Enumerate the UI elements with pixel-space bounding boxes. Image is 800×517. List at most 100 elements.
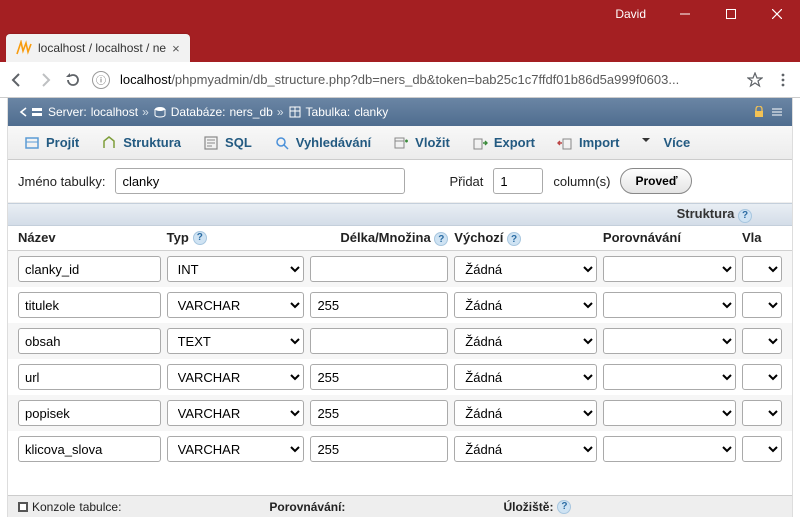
column-attributes-select[interactable]: [742, 364, 782, 390]
tab-browse[interactable]: Projít: [14, 131, 89, 155]
breadcrumb-db-value: ners_db: [229, 105, 272, 119]
column-collation-select[interactable]: [603, 328, 736, 354]
browser-tab-title: localhost / localhost / ne: [38, 41, 166, 55]
nav-forward-button[interactable]: [36, 71, 54, 89]
minimize-icon: [680, 9, 690, 19]
export-icon: [472, 135, 488, 151]
column-type-select[interactable]: TEXT: [167, 328, 305, 354]
column-collation-select[interactable]: [603, 364, 736, 390]
column-collation-select[interactable]: [603, 256, 736, 282]
column-name-input[interactable]: [18, 364, 161, 390]
site-info-icon[interactable]: ⓘ: [92, 71, 110, 89]
column-type-select[interactable]: INT: [167, 256, 305, 282]
tab-import[interactable]: Import: [547, 131, 629, 155]
console-toggle[interactable]: Konzole: [18, 500, 75, 514]
column-default-select[interactable]: Žádná: [454, 400, 597, 426]
column-type-select[interactable]: VARCHAR: [167, 364, 305, 390]
structure-icon: [101, 135, 117, 151]
window-minimize-button[interactable]: [662, 0, 708, 28]
search-icon: [274, 135, 290, 151]
column-attributes-select[interactable]: [742, 400, 782, 426]
column-default-select[interactable]: Žádná: [454, 256, 597, 282]
column-name-input[interactable]: [18, 400, 161, 426]
columns-suffix-label: column(s): [553, 174, 610, 189]
footer-table-text: tabulce:: [79, 500, 121, 514]
col-header-length: Délka/Množina: [340, 230, 430, 245]
help-icon[interactable]: ?: [738, 209, 752, 223]
tab-structure[interactable]: Struktura: [91, 131, 191, 155]
column-name-input[interactable]: [18, 436, 161, 462]
browse-icon: [24, 135, 40, 151]
window-maximize-button[interactable]: [708, 0, 754, 28]
tab-export[interactable]: Export: [462, 131, 545, 155]
column-collation-select[interactable]: [603, 292, 736, 318]
lock-icon[interactable]: [752, 105, 766, 119]
grid-header: Název Typ ? Délka/Množina ? Výchozí ? Po…: [8, 226, 792, 252]
page-viewport: Server: localhost » Databáze: ners_db » …: [0, 98, 800, 517]
reload-icon: [65, 72, 81, 88]
column-attributes-select[interactable]: [742, 292, 782, 318]
col-header-default: Výchozí: [454, 230, 503, 245]
column-type-select[interactable]: VARCHAR: [167, 436, 305, 462]
column-collation-select[interactable]: [603, 400, 736, 426]
nav-toggle-icon[interactable]: [16, 105, 30, 119]
browser-tab[interactable]: localhost / localhost / ne ×: [6, 34, 190, 62]
tab-search[interactable]: Vyhledávání: [264, 131, 381, 155]
col-header-name: Název: [18, 230, 161, 245]
column-name-input[interactable]: [18, 292, 161, 318]
server-icon: [30, 105, 44, 119]
column-name-input[interactable]: [18, 256, 161, 282]
column-default-select[interactable]: Žádná: [454, 436, 597, 462]
help-icon[interactable]: ?: [434, 232, 448, 246]
breadcrumb-table[interactable]: Tabulka: clanky: [288, 105, 389, 119]
grid-body: INT Žádná VARCHAR Žádná TEXT Žádná VARCHAR Žádn…: [8, 251, 792, 467]
col-header-collation: Porovnávání: [603, 230, 736, 245]
table-row: VARCHAR Žádná: [8, 359, 792, 395]
tab-insert[interactable]: Vložit: [383, 131, 460, 155]
breadcrumb: Server: localhost » Databáze: ners_db » …: [8, 98, 792, 126]
import-icon: [557, 135, 573, 151]
column-length-input[interactable]: [310, 364, 448, 390]
column-collation-select[interactable]: [603, 436, 736, 462]
column-default-select[interactable]: Žádná: [454, 328, 597, 354]
column-length-input[interactable]: [310, 436, 448, 462]
column-length-input[interactable]: [310, 328, 448, 354]
column-type-select[interactable]: VARCHAR: [167, 400, 305, 426]
tab-close-icon[interactable]: ×: [172, 41, 180, 56]
nav-back-button[interactable]: [8, 71, 26, 89]
column-length-input[interactable]: [310, 256, 448, 282]
column-default-select[interactable]: Žádná: [454, 292, 597, 318]
browser-addressbar: ⓘ localhost/phpmyadmin/db_structure.php?…: [0, 62, 800, 98]
address-url[interactable]: localhost/phpmyadmin/db_structure.php?db…: [120, 72, 736, 87]
col-header-type: Typ: [167, 230, 189, 245]
help-icon[interactable]: ?: [557, 500, 571, 514]
help-icon[interactable]: ?: [193, 231, 207, 245]
column-attributes-select[interactable]: [742, 256, 782, 282]
structure-banner: Struktura ?: [8, 203, 792, 226]
window-titlebar: David: [0, 0, 800, 28]
go-button[interactable]: Proveď: [620, 168, 692, 194]
window-close-button[interactable]: [754, 0, 800, 28]
column-length-input[interactable]: [310, 400, 448, 426]
tab-more-label: Více: [663, 135, 690, 150]
breadcrumb-database[interactable]: Databáze: ners_db: [153, 105, 273, 119]
help-icon[interactable]: ?: [507, 232, 521, 246]
add-columns-input[interactable]: [493, 168, 543, 194]
console-icon: [18, 502, 28, 512]
column-name-input[interactable]: [18, 328, 161, 354]
tab-more[interactable]: Více: [631, 131, 700, 155]
column-default-select[interactable]: Žádná: [454, 364, 597, 390]
col-header-attributes: Vla: [742, 230, 782, 245]
bookmark-button[interactable]: [746, 71, 764, 89]
browser-menu-button[interactable]: [774, 71, 792, 89]
nav-reload-button[interactable]: [64, 71, 82, 89]
page-menu-icon[interactable]: [770, 105, 784, 119]
content-pane: Server: localhost » Databáze: ners_db » …: [7, 98, 793, 517]
column-attributes-select[interactable]: [742, 436, 782, 462]
column-length-input[interactable]: [310, 292, 448, 318]
column-attributes-select[interactable]: [742, 328, 782, 354]
breadcrumb-server[interactable]: Server: localhost: [30, 105, 138, 119]
table-name-input[interactable]: [115, 168, 405, 194]
column-type-select[interactable]: VARCHAR: [167, 292, 305, 318]
tab-sql[interactable]: SQL: [193, 131, 262, 155]
